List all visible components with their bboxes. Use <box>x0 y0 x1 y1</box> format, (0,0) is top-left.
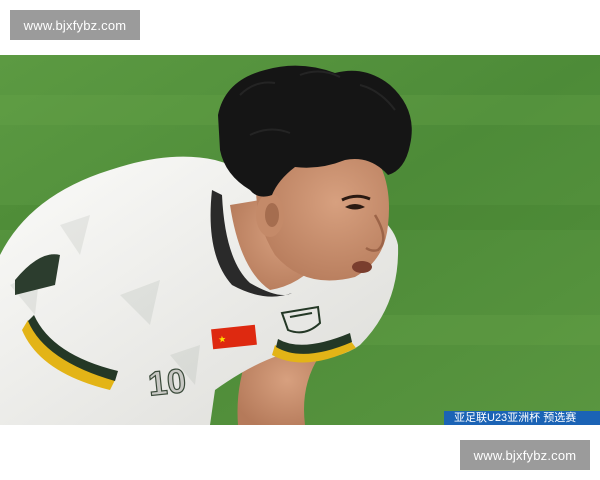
watermark-bottom-text: www.bjxfybz.com <box>473 447 577 463</box>
broadcast-caption-text: 亚足联U23亚洲杯 预选赛 <box>454 412 577 424</box>
broadcast-caption: 亚足联U23亚洲杯 预选赛 <box>444 411 600 425</box>
watermark-top: www.bjxfybz.com <box>10 10 140 40</box>
football-player-photo: ★ 10 <box>0 55 600 425</box>
jersey-number: 10 <box>146 362 188 404</box>
watermark-bottom: www.bjxfybz.com <box>460 440 590 470</box>
watermark-top-text: www.bjxfybz.com <box>23 17 127 33</box>
mouth <box>352 261 372 273</box>
svg-text:★: ★ <box>218 334 227 345</box>
